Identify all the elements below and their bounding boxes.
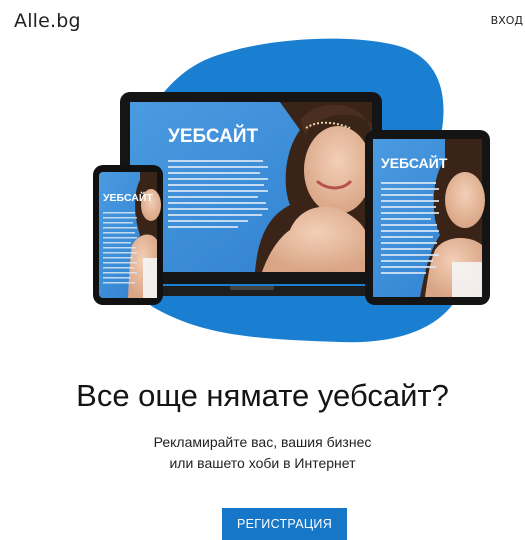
subtitle-line-1: Рекламирайте вас, вашия бизнес [153,434,372,450]
hero-illustration: УЕБСАЙТ УЕБСАЙТ УЕБСАЙТ [93,38,490,343]
laptop-site-title: УЕБСАЙТ [168,125,259,147]
phone-text-lines [103,212,137,284]
subtitle-line-2: или вашето хоби в Интернет [169,455,356,471]
page-headline: Все още нямате уебсайт? [76,378,449,413]
phone-site-title: УЕБСАЙТ [103,191,153,204]
tablet-device: УЕБСАЙТ [365,130,490,305]
register-button[interactable]: РЕГИСТРАЦИЯ [222,508,347,540]
tablet-site-title: УЕБСАЙТ [381,154,448,171]
phone-device: УЕБСАЙТ [93,165,163,305]
page-subtitle: Рекламирайте вас, вашия бизнес или вашет… [0,432,525,474]
